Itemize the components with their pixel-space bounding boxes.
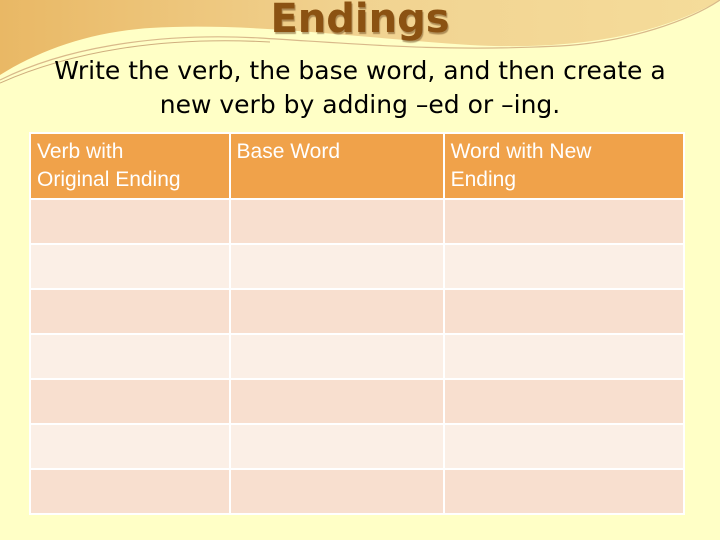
table-cell[interactable] [230,290,443,333]
table-cell[interactable] [230,470,443,513]
table-cell[interactable] [31,200,229,243]
header-text-line1: Base Word [236,140,341,163]
table-cell[interactable] [31,380,229,423]
table-row [31,245,683,288]
table-cell[interactable] [230,380,443,423]
table-cell[interactable] [230,335,443,378]
instructions-line-1: Write the verb, the base word, and then … [54,56,666,85]
header-text-line1: Word with New [450,140,592,163]
table-row [31,335,683,378]
table-cell[interactable] [444,470,683,513]
table-row [31,290,683,333]
table-cell[interactable] [444,200,683,243]
table-cell[interactable] [230,200,443,243]
table-cell[interactable] [31,335,229,378]
table-cell[interactable] [444,380,683,423]
table-cell[interactable] [444,290,683,333]
table-row [31,380,683,423]
instructions-line-2: new verb by adding –ed or –ing. [159,90,561,119]
header-text-line2: Original Ending [37,168,181,191]
header-row: Verb with Original Ending Base Word Word… [31,134,683,198]
table-cell[interactable] [444,425,683,468]
header-text-line1: Verb with [37,140,124,163]
instructions: Write the verb, the base word, and then … [20,54,700,122]
table-cell[interactable] [31,425,229,468]
table-row [31,470,683,513]
header-verb-original: Verb with Original Ending [31,134,229,198]
endings-table: Verb with Original Ending Base Word Word… [29,132,685,515]
table-row [31,425,683,468]
header-base-word: Base Word [230,134,443,198]
header-text-line2: Ending [450,168,516,191]
header-new-ending: Word with New Ending [444,134,683,198]
table-cell[interactable] [230,245,443,288]
table-body [31,200,683,513]
table-cell[interactable] [230,425,443,468]
table-row [31,200,683,243]
table-cell[interactable] [31,245,229,288]
slide-title: Endings [270,0,450,42]
table-cell[interactable] [444,335,683,378]
table-cell[interactable] [444,245,683,288]
table-cell[interactable] [31,470,229,513]
table-cell[interactable] [31,290,229,333]
